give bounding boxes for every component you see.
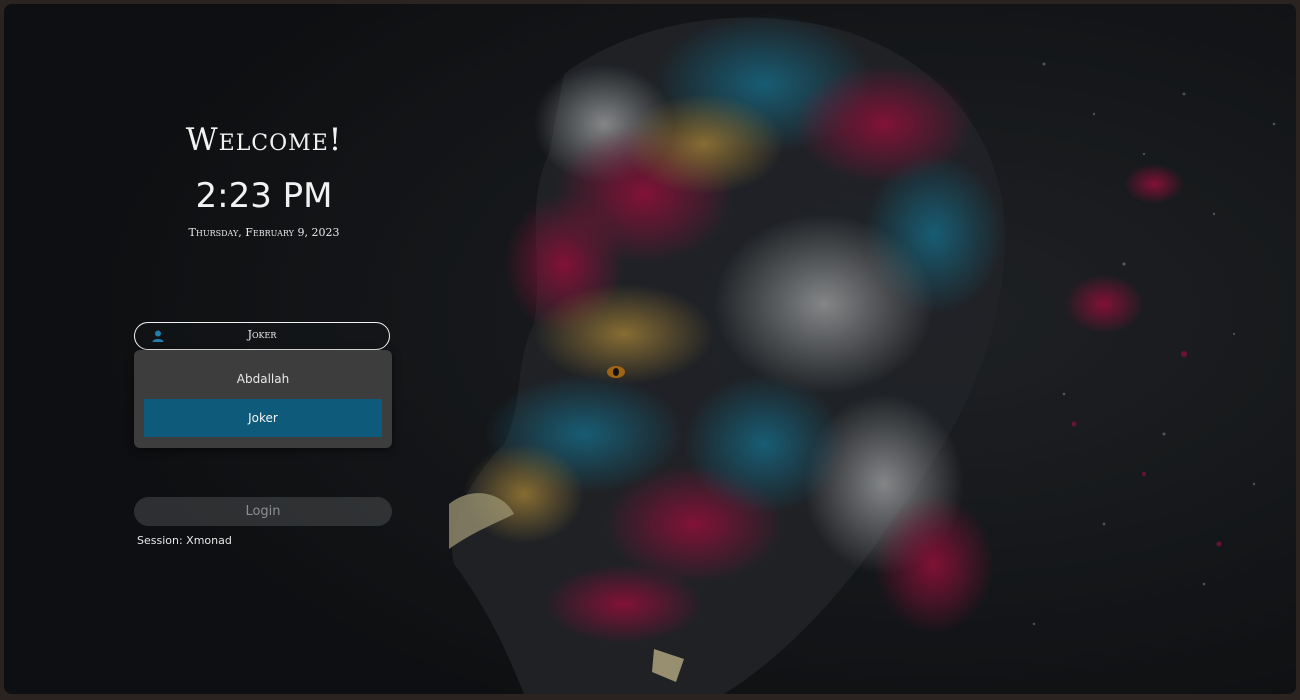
login-screen: Welcome! 2:23 PM Thursday, February 9, 2… [4,4,1296,694]
clock: 2:23 PM [195,176,333,216]
user-dropdown: Abdallah Joker [134,350,392,448]
welcome-heading: Welcome! [185,122,343,158]
session-selector[interactable]: Session: Xmonad [137,534,232,547]
user-option-abdallah[interactable]: Abdallah [144,360,382,398]
user-select[interactable]: Joker [134,322,390,350]
user-option-joker[interactable]: Joker [144,399,382,437]
login-button[interactable]: Login [134,497,392,526]
selected-user: Joker [247,328,277,341]
date-label: Thursday, February 9, 2023 [188,226,340,239]
